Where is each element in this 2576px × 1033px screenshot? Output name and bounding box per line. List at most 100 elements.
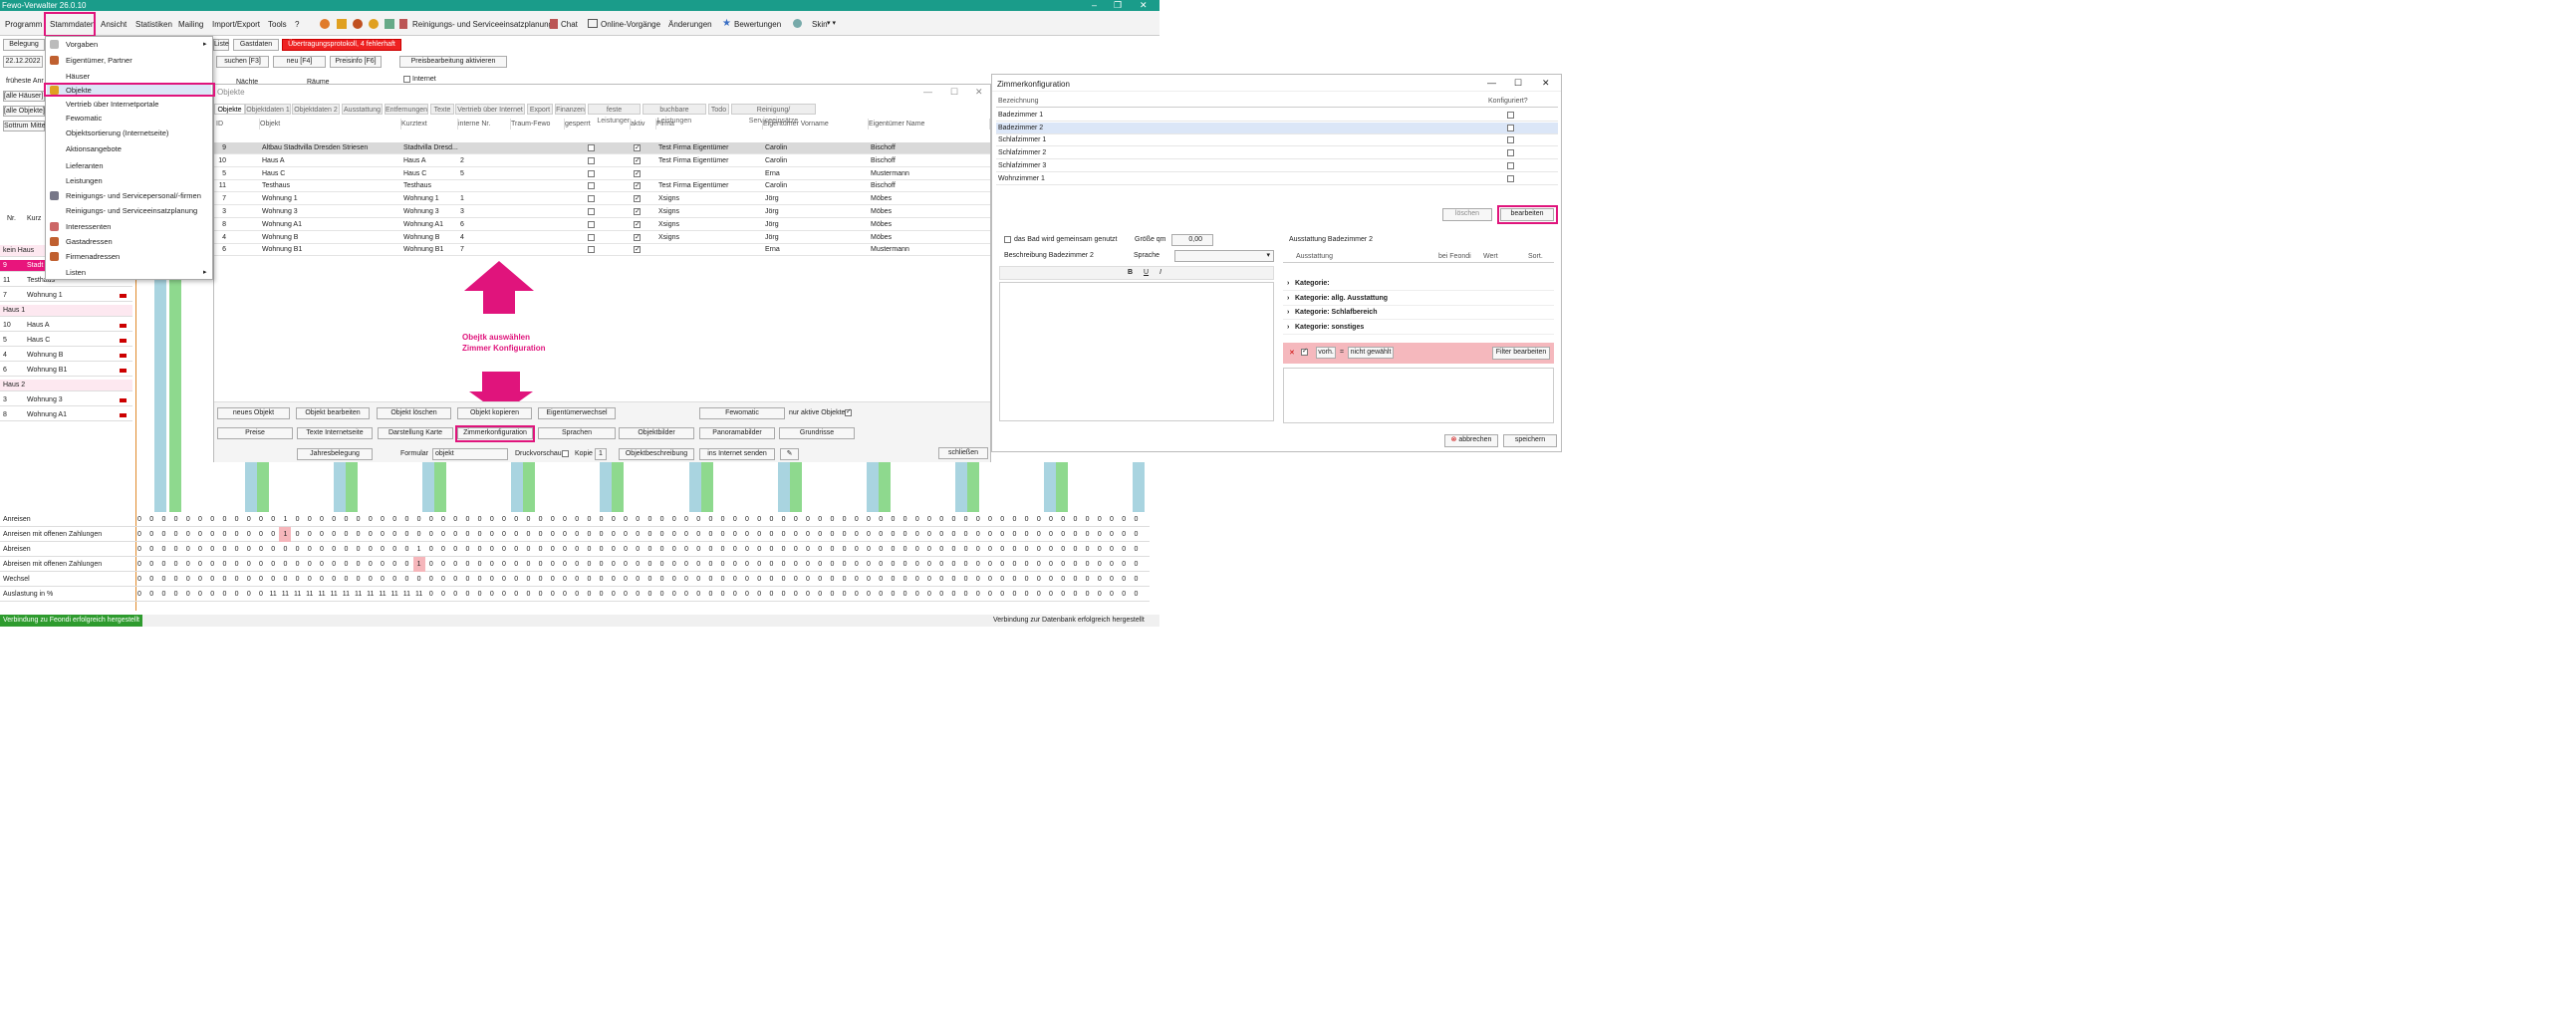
- menu-item-gastadressen[interactable]: Gastadressen: [66, 237, 113, 246]
- aktiv-checkbox[interactable]: [634, 193, 641, 205]
- gesperrt-checkbox[interactable]: [588, 169, 595, 177]
- tab-objekte[interactable]: Objekte: [214, 104, 245, 115]
- aktiv-checkbox[interactable]: [634, 232, 641, 244]
- tab-entfernungen[interactable]: Entfernungen: [385, 104, 428, 115]
- column-header[interactable]: ID: [216, 119, 260, 129]
- tab-feste-leistungen[interactable]: feste Leistungen: [588, 104, 641, 125]
- aktiv-checkbox[interactable]: [634, 168, 641, 180]
- minimize-icon[interactable]: –: [1092, 0, 1097, 10]
- room-row[interactable]: Schlafzimmer 1: [996, 134, 1558, 147]
- italic-icon[interactable]: I: [1159, 269, 1161, 276]
- person-icon[interactable]: [369, 19, 379, 29]
- print-preview-checkbox[interactable]: [562, 450, 569, 457]
- table-row[interactable]: 6 Wohnung B1 Wohnung B1 7 Erna Mustermann: [214, 244, 990, 257]
- form-select[interactable]: objekt: [432, 448, 508, 460]
- size-field[interactable]: 0,00: [1171, 234, 1213, 246]
- configured-checkbox[interactable]: [1507, 112, 1514, 119]
- room-close-icon[interactable]: ✕: [1542, 78, 1550, 89]
- table-row[interactable]: 8 Wohnung A1: [0, 409, 132, 421]
- gesperrt-checkbox[interactable]: [588, 144, 595, 151]
- tab-todo[interactable]: Todo: [708, 104, 729, 115]
- chat-icon[interactable]: [550, 19, 558, 29]
- aktiv-checkbox[interactable]: [634, 219, 641, 231]
- gesperrt-checkbox[interactable]: [588, 246, 595, 254]
- room-minimize-icon[interactable]: —: [1487, 78, 1496, 88]
- table-row[interactable]: 6 Wohnung B1: [0, 365, 132, 377]
- aktiv-checkbox[interactable]: [634, 206, 641, 218]
- prices-button[interactable]: Preise: [217, 427, 293, 439]
- group-row[interactable]: Haus 2: [0, 380, 132, 391]
- menu-mailing[interactable]: Mailing: [178, 20, 203, 29]
- table-row[interactable]: 7 Wohnung 1 Wohnung 1 1 Xsigns Jörg Möbes: [214, 193, 990, 206]
- aktiv-checkbox[interactable]: [634, 155, 641, 167]
- tab-buchbare-leistungen[interactable]: buchbare Leistungen: [643, 104, 706, 125]
- gesperrt-checkbox[interactable]: [588, 208, 595, 215]
- menu-item-reinigungs-und-serviceeinsatzplanung[interactable]: Reinigungs- und Serviceeinsatzplanung: [66, 206, 197, 215]
- ort-filter[interactable]: Sottrum Mitte: [3, 121, 46, 131]
- online-icon[interactable]: [588, 19, 598, 28]
- description-editor[interactable]: [999, 282, 1274, 421]
- table-row[interactable]: 7 Wohnung 1: [0, 290, 132, 302]
- configured-checkbox[interactable]: [1507, 149, 1514, 157]
- save-button[interactable]: speichern: [1503, 434, 1557, 447]
- settings-icon[interactable]: [793, 19, 802, 28]
- language-select[interactable]: ▾: [1174, 250, 1274, 262]
- menu-item-reinigungs-und-servicepersonal-firmen[interactable]: Reinigungs- und Servicepersonal/-firmen: [66, 191, 201, 200]
- menu-chat[interactable]: Chat: [561, 20, 578, 29]
- chevron-down-icon[interactable]: ▾ ▾: [827, 19, 836, 27]
- menu-item-vertrieb-über-internetportale[interactable]: Vertrieb über Internetportale: [66, 100, 158, 109]
- tab-objektdaten-1[interactable]: Objektdaten 1: [245, 104, 291, 115]
- column-header[interactable]: Objekt: [260, 119, 401, 129]
- group-row[interactable]: Haus 1: [0, 305, 132, 317]
- owner-change-button[interactable]: Eigentümerwechsel: [538, 407, 616, 419]
- menu-item-häuser[interactable]: Häuser: [66, 72, 90, 81]
- menu-skin[interactable]: Skin: [812, 20, 828, 29]
- column-header[interactable]: Kurztext: [401, 119, 458, 129]
- edit-object-button[interactable]: Objekt bearbeiten: [296, 407, 370, 419]
- tool-icon-1[interactable]: [320, 19, 330, 29]
- aktiv-checkbox[interactable]: [634, 180, 641, 192]
- column-header[interactable]: gesperrt: [565, 119, 631, 129]
- object-description-button[interactable]: Objektbeschreibung: [619, 448, 694, 460]
- close-button[interactable]: schließen: [938, 447, 988, 459]
- window-close-icon[interactable]: ✕: [975, 87, 983, 98]
- languages-button[interactable]: Sprachen: [538, 427, 616, 439]
- restore-icon[interactable]: ❐: [1114, 0, 1122, 10]
- menu-item-interessenten[interactable]: Interessenten: [66, 222, 111, 231]
- table-row[interactable]: 4 Wohnung B Wohnung B 4 Xsigns Jörg Möbes: [214, 232, 990, 244]
- column-header[interactable]: interne Nr.: [458, 119, 511, 129]
- menu-item-lieferanten[interactable]: Lieferanten: [66, 161, 104, 170]
- edit-filter-button[interactable]: Filter bearbeiten: [1492, 347, 1550, 360]
- table-row[interactable]: 9 Altbau Stadtvilla Dresden Striesen Stadt…: [214, 142, 990, 154]
- menu-item-listen[interactable]: Listen: [66, 268, 86, 277]
- room-row[interactable]: Wohnzimmer 1: [996, 173, 1558, 185]
- configured-checkbox[interactable]: [1507, 124, 1514, 131]
- room-maximize-icon[interactable]: ☐: [1514, 78, 1522, 89]
- gesperrt-checkbox[interactable]: [588, 220, 595, 228]
- room-row[interactable]: Schlafzimmer 3: [996, 160, 1558, 172]
- column-header[interactable]: Firma: [656, 119, 763, 129]
- aktiv-checkbox[interactable]: [634, 244, 641, 256]
- copy-object-button[interactable]: Objekt kopieren: [457, 407, 532, 419]
- filter-field[interactable]: vorh.: [1316, 347, 1336, 359]
- menu-item-fewomatic[interactable]: Fewomatic: [66, 114, 102, 123]
- tool-icon-3[interactable]: [385, 19, 394, 29]
- star-icon[interactable]: ★: [722, 18, 731, 29]
- table-row[interactable]: 11 Testhaus Testhaus Test Firma Eigentümer C…: [214, 180, 990, 193]
- equipment-category[interactable]: › Kategorie: Schlafbereich: [1283, 306, 1554, 321]
- filter-value[interactable]: nicht gewählt: [1348, 347, 1394, 359]
- table-row[interactable]: 3 Wohnung 3 Wohnung 3 3 Xsigns Jörg Möbes: [214, 206, 990, 218]
- column-header[interactable]: Traum-Fewo: [511, 119, 565, 129]
- panorama-button[interactable]: Panoramabilder: [699, 427, 775, 439]
- room-row[interactable]: Badezimmer 1: [996, 110, 1558, 122]
- menu-item-aktionsangebote[interactable]: Aktionsangebote: [66, 144, 122, 153]
- table-row[interactable]: 8 Wohnung A1 Wohnung A1 6 Xsigns Jörg Möbes: [214, 219, 990, 231]
- shared-bath-checkbox[interactable]: [1004, 236, 1011, 243]
- equipment-category[interactable]: › Kategorie: sonstiges: [1283, 321, 1554, 336]
- menu-item-firmenadressen[interactable]: Firmenadressen: [66, 252, 120, 261]
- equipment-category[interactable]: › Kategorie: allg. Ausstattung: [1283, 292, 1554, 306]
- configured-checkbox[interactable]: [1507, 174, 1514, 182]
- haus-filter[interactable]: [alle Häuser]: [3, 91, 45, 102]
- table-row[interactable]: 10 Haus A: [0, 320, 132, 332]
- menu-online[interactable]: Online-Vorgänge: [601, 20, 660, 29]
